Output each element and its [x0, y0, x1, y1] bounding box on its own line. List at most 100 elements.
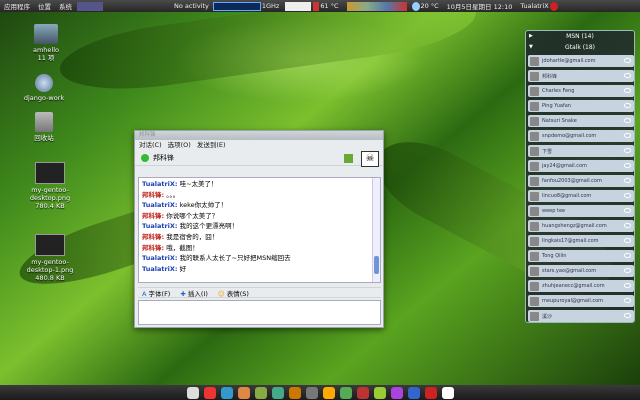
buddy-row[interactable]: lingkais17@gmail.com [528, 235, 634, 247]
buddy-name: fanfou2003@gmail.com [542, 178, 602, 184]
desktop-icon-django[interactable]: django-work [14, 74, 74, 102]
scrollbar-thumb[interactable] [374, 256, 379, 274]
message-history[interactable]: TualatriX: 哇~太美了！ 邦科锋: 。。。 TualatriX: keke… [138, 177, 381, 283]
dock-app-icon[interactable] [390, 386, 403, 399]
buddy-name: meupuroyal@gmail.com [542, 298, 604, 304]
buddy-name: 下雪 [542, 148, 553, 155]
avatar [530, 251, 539, 261]
message-line: TualatriX: 哇~太美了！ [139, 179, 380, 190]
message-text: 我的这个更漂亮啊！ [179, 222, 239, 231]
buddy-row[interactable]: Charles Feng [528, 85, 634, 97]
dock-app-icon[interactable] [305, 386, 318, 399]
dock-app-icon[interactable] [186, 386, 199, 399]
user-menu[interactable]: TualatriX [520, 2, 548, 10]
buddy-row[interactable]: 邦科锋 [528, 70, 634, 82]
buddy-row[interactable]: jay24@gmail.com [528, 160, 634, 172]
buddy-row[interactable]: 溪沙 [528, 310, 634, 322]
buddy-row[interactable]: jdohartle@gmail.com [528, 55, 634, 67]
desktop: 应用程序 位置 系统 No activity 1GHz 61 °C 20 °C … [0, 0, 640, 400]
buddy-row[interactable]: lincuo8@gmail.com [528, 190, 634, 202]
buddy-name: Tong Qilin [542, 253, 567, 259]
cpu-frequency: 1GHz [261, 2, 280, 10]
dock-app-icon[interactable] [424, 386, 437, 399]
desktop-icon-screenshot-1[interactable]: my-gentoo-desktop.png 780.4 KB [20, 162, 80, 210]
buddy-list: ▶ MSN (14) ▼ Gtalk (18) jdohartle@gmail.co… [525, 30, 635, 323]
message-input[interactable] [138, 300, 381, 325]
avatar [530, 191, 539, 201]
message-sender: TualatriX: [142, 180, 178, 188]
message-line: TualatriX: 好 [139, 264, 380, 275]
buddy-row[interactable]: fanfou2003@gmail.com [528, 175, 634, 187]
network-activity: No activity [174, 2, 209, 10]
dock-app-icon[interactable] [220, 386, 233, 399]
window-title[interactable]: 邦科锋 [135, 131, 383, 140]
desktop-icon-folder[interactable]: amhello 11 项 [16, 24, 76, 62]
menu-applications[interactable]: 应用程序 [0, 1, 34, 11]
launcher-icons[interactable] [77, 1, 103, 11]
dock-app-icon[interactable] [237, 386, 250, 399]
buddy-row[interactable]: zhuhjeanecc@gmail.com [528, 280, 634, 292]
message-sender: 邦科锋: [142, 211, 165, 220]
menu-conversation[interactable]: 对话(C) [139, 140, 162, 150]
dock-app-icon[interactable] [407, 386, 420, 399]
cpu-temperature: 61 °C [320, 2, 339, 10]
message-sender: 邦科锋: [142, 243, 165, 252]
buddy-row[interactable]: Tong Qilin [528, 250, 634, 262]
message-line: 邦科锋: 你说哪个太美了？ [139, 211, 380, 222]
message-sender: TualatriX: [142, 254, 178, 263]
message-line: 邦科锋: 。。。 [139, 190, 380, 201]
group-msn[interactable]: ▶ MSN (14) [526, 31, 634, 42]
dock-app-icon[interactable] [254, 386, 267, 399]
power-icon[interactable] [549, 1, 558, 11]
message-text: keke你太帅了！ [179, 201, 228, 210]
buddy-name: Charles Feng [542, 88, 575, 94]
status-icon [624, 223, 631, 228]
insert-button[interactable]: ✚ 插入(I) [180, 288, 208, 298]
buddy-row[interactable]: meupuroyal@gmail.com [528, 295, 634, 307]
folder-icon [34, 24, 58, 44]
skull-avatar-icon: ☠ [361, 151, 379, 167]
avatar [530, 161, 539, 171]
message-text: 好 [179, 264, 187, 273]
dock-app-icon[interactable] [356, 386, 369, 399]
desktop-icon-screenshot-2[interactable]: my-gentoo-desktop-1.png 480.8 KB [20, 234, 80, 282]
chat-menubar: 对话(C) 选项(O) 发送到(E) [135, 140, 383, 150]
buddy-row[interactable]: huangshengz@gmail.com [528, 220, 634, 232]
desktop-icon-trash[interactable]: 回收站 [14, 112, 74, 142]
buddy-name: 溪沙 [542, 313, 553, 320]
menu-options[interactable]: 选项(O) [168, 140, 191, 150]
avatar [530, 176, 539, 186]
menu-send-to[interactable]: 发送到(E) [197, 140, 226, 150]
font-button[interactable]: A 字体(F) [142, 288, 170, 298]
system-monitor-graph[interactable] [212, 1, 261, 11]
message-sender: TualatriX: [142, 201, 178, 210]
menu-system[interactable]: 系统 [55, 1, 76, 11]
avatar [530, 296, 539, 306]
status-icon [624, 133, 631, 138]
buddy-row[interactable]: Ping Yuafan [528, 100, 634, 112]
icon-label: 回收站 [34, 134, 54, 142]
buddy-name: Natsuri Snake [542, 118, 577, 124]
avatar [530, 266, 539, 276]
avatar [530, 71, 539, 81]
dock-app-icon[interactable] [288, 386, 301, 399]
menu-places[interactable]: 位置 [34, 1, 55, 11]
clock[interactable]: 10月5日星期日 12:10 [447, 1, 513, 11]
dock-app-icon[interactable] [203, 386, 216, 399]
group-gtalk[interactable]: ▼ Gtalk (18) [526, 42, 634, 53]
buddy-row[interactable]: stars.yao@gmail.com [528, 265, 634, 277]
tray-icons[interactable] [346, 1, 407, 11]
dock-app-icon[interactable] [322, 386, 335, 399]
dock-app-icon[interactable] [373, 386, 386, 399]
tools-icon[interactable] [344, 154, 353, 163]
buddy-row[interactable]: weep tee [528, 205, 634, 217]
dock-app-icon[interactable] [339, 386, 352, 399]
buddy-row[interactable]: Natsuri Snake [528, 115, 634, 127]
scrollbar[interactable] [372, 178, 380, 282]
buddy-row[interactable]: snpdemo@gmail.com [528, 130, 634, 142]
dock-app-icon[interactable] [271, 386, 284, 399]
status-icon [624, 103, 631, 108]
emoticon-button[interactable]: ☺ 表情(S) [218, 288, 249, 298]
dock-app-icon[interactable] [441, 386, 454, 399]
buddy-row[interactable]: 下雪 [528, 145, 634, 157]
